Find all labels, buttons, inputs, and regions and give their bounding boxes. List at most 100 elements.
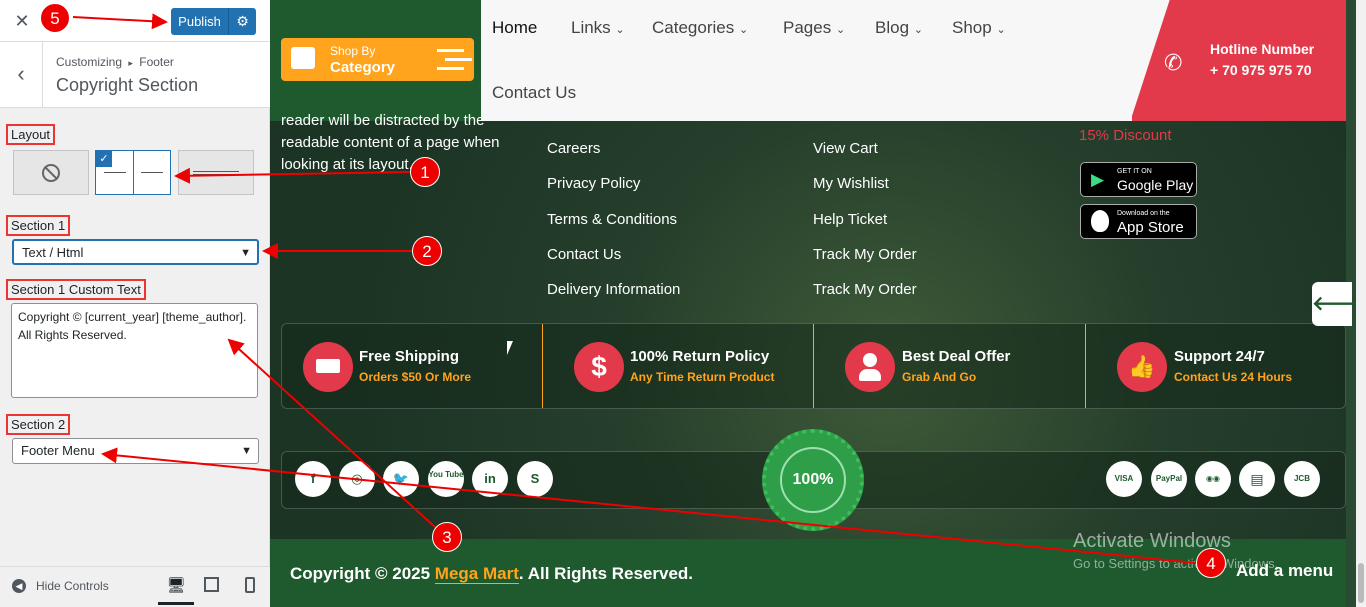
footer-link[interactable]: Track My Order xyxy=(813,281,917,298)
app-store-button[interactable]: Download on the App Store xyxy=(1080,204,1197,239)
footer-link[interactable]: Delivery Information xyxy=(547,281,680,298)
breadcrumb: Customizing ▸ Footer xyxy=(56,55,174,69)
dollar-icon: $ xyxy=(574,342,624,392)
shop-by-category-button[interactable]: Shop By Category xyxy=(281,38,474,81)
footer-link[interactable]: Careers xyxy=(547,140,600,157)
mobile-preview-icon[interactable] xyxy=(245,577,255,593)
mastercard-icon: ◉◉ xyxy=(1195,461,1231,497)
section2-value: Footer Menu xyxy=(21,443,95,458)
skype-icon[interactable]: S xyxy=(517,461,553,497)
back-button[interactable]: ‹ xyxy=(0,42,43,108)
linkedin-icon[interactable]: in xyxy=(472,461,508,497)
hide-controls-button[interactable]: Hide Controls xyxy=(36,579,109,593)
about-text: reader will be distracted by the xyxy=(281,112,485,129)
callout-marker: 3 xyxy=(432,522,462,552)
footer-link[interactable]: View Cart xyxy=(813,140,878,157)
layout-option-full-width[interactable] xyxy=(178,150,254,195)
instagram-icon[interactable]: ◎ xyxy=(339,461,375,497)
chevron-down-icon: ⌄ xyxy=(738,24,749,36)
nav-pages[interactable]: Pages ⌄ xyxy=(783,18,845,38)
custom-text-textarea[interactable]: Copyright © [current_year] [theme_author… xyxy=(11,303,258,398)
feature-subtitle: Orders $50 Or More xyxy=(359,370,472,384)
nav-home[interactable]: Home xyxy=(492,18,537,38)
shop-by-text: Shop By xyxy=(330,44,376,58)
feature-subtitle: Grab And Go xyxy=(902,370,977,384)
copyright-text: Copyright © 2025 Mega Mart. All Rights R… xyxy=(290,564,694,584)
google-play-big: Google Play xyxy=(1117,177,1194,193)
layout-label: Layout xyxy=(6,124,56,145)
callout-marker: 5 xyxy=(40,3,70,33)
app-store-small: Download on the xyxy=(1117,210,1170,217)
shopping-bag-icon xyxy=(291,47,315,69)
category-text: Category xyxy=(330,59,396,76)
nav-links[interactable]: Links ⌄ xyxy=(571,18,625,38)
facebook-icon[interactable]: f xyxy=(295,461,331,497)
breadcrumb-customizing: Customizing xyxy=(56,55,123,69)
hotline-number[interactable]: + 70 975 975 70 xyxy=(1210,62,1312,78)
nav-shop[interactable]: Shop ⌄ xyxy=(952,18,1006,38)
nav-categories[interactable]: Categories ⌄ xyxy=(652,18,748,38)
chevron-down-icon: ▼ xyxy=(240,247,251,259)
feature-title: Best Deal Offer xyxy=(902,348,1011,365)
google-play-button[interactable]: ▶ GET IT ON Google Play xyxy=(1080,162,1197,197)
customizer-footer: ◀ Hide Controls 🖥 xyxy=(0,566,270,607)
phone-icon: ✆ xyxy=(1164,50,1183,75)
discount-text: 15% Discount xyxy=(1079,127,1172,144)
card-icon: ▤ xyxy=(1239,461,1275,497)
menu-icon-bar xyxy=(437,67,464,70)
thumbs-up-icon: 👍 xyxy=(1117,342,1167,392)
none-icon xyxy=(42,164,60,182)
publish-button[interactable]: Publish xyxy=(171,8,228,35)
section1-select[interactable]: Text / Html ▼ xyxy=(12,239,259,265)
tablet-preview-icon[interactable] xyxy=(204,577,219,592)
about-text: looking at its layout. xyxy=(281,156,413,173)
footer-link[interactable]: Privacy Policy xyxy=(547,175,640,192)
footer-link[interactable]: Contact Us xyxy=(547,246,621,263)
google-play-icon: ▶ xyxy=(1091,170,1105,189)
chevron-down-icon: ⌄ xyxy=(913,24,923,36)
arrow-left-icon[interactable]: 🡐 xyxy=(1312,282,1366,326)
check-icon: ✓ xyxy=(96,151,112,167)
truck-icon xyxy=(303,342,353,392)
callout-marker: 1 xyxy=(410,157,440,187)
visa-icon: VISA xyxy=(1106,461,1142,497)
brand-link[interactable]: Mega Mart xyxy=(434,564,519,584)
nav-blog[interactable]: Blog ⌄ xyxy=(875,18,923,38)
footer-link[interactable]: Terms & Conditions xyxy=(547,211,677,228)
footer-link[interactable]: Track My Order xyxy=(813,246,917,263)
guarantee-badge: 100% xyxy=(762,429,864,531)
google-play-small: GET IT ON xyxy=(1117,168,1152,175)
apple-icon xyxy=(1091,210,1109,232)
jcb-icon: JCB xyxy=(1284,461,1320,497)
close-icon[interactable]: ✕ xyxy=(10,9,34,33)
twitter-icon[interactable]: 🐦 xyxy=(383,461,419,497)
feature-subtitle: Any Time Return Product xyxy=(630,370,775,384)
feature-title: 100% Return Policy xyxy=(630,348,770,365)
chevron-down-icon: ⌄ xyxy=(615,24,625,36)
youtube-icon[interactable]: You Tube xyxy=(428,461,464,497)
about-text: readable content of a page when xyxy=(281,134,500,151)
layout-option-two-columns[interactable]: ✓ xyxy=(95,150,171,195)
layout-option-none[interactable] xyxy=(13,150,89,195)
features-bar xyxy=(281,323,1346,409)
footer-link[interactable]: Help Ticket xyxy=(813,211,887,228)
callout-marker: 2 xyxy=(412,236,442,266)
paypal-icon: PayPal xyxy=(1151,461,1187,497)
chevron-down-icon: ⌄ xyxy=(835,24,846,36)
feature-subtitle: Contact Us 24 Hours xyxy=(1174,370,1293,384)
desktop-preview-icon[interactable]: 🖥 xyxy=(158,567,194,605)
section2-label: Section 2 xyxy=(6,414,71,435)
hide-controls-icon[interactable]: ◀ xyxy=(12,579,26,593)
breadcrumb-separator: ▸ xyxy=(128,58,133,68)
breadcrumb-footer: Footer xyxy=(139,55,174,69)
menu-icon xyxy=(437,49,464,52)
watermark-subtitle: Go to Settings to activate Windows. xyxy=(1073,556,1279,571)
scrollbar[interactable] xyxy=(1356,0,1366,607)
section1-label: Section 1 xyxy=(6,215,71,236)
chevron-down-icon: ⌄ xyxy=(996,24,1006,36)
footer-link[interactable]: My Wishlist xyxy=(813,175,889,192)
gear-icon[interactable]: ⚙ xyxy=(228,8,256,35)
section-title: Copyright Section xyxy=(56,75,199,95)
section2-select[interactable]: Footer Menu ▼ xyxy=(12,438,259,464)
nav-contact-us[interactable]: Contact Us xyxy=(492,83,576,103)
